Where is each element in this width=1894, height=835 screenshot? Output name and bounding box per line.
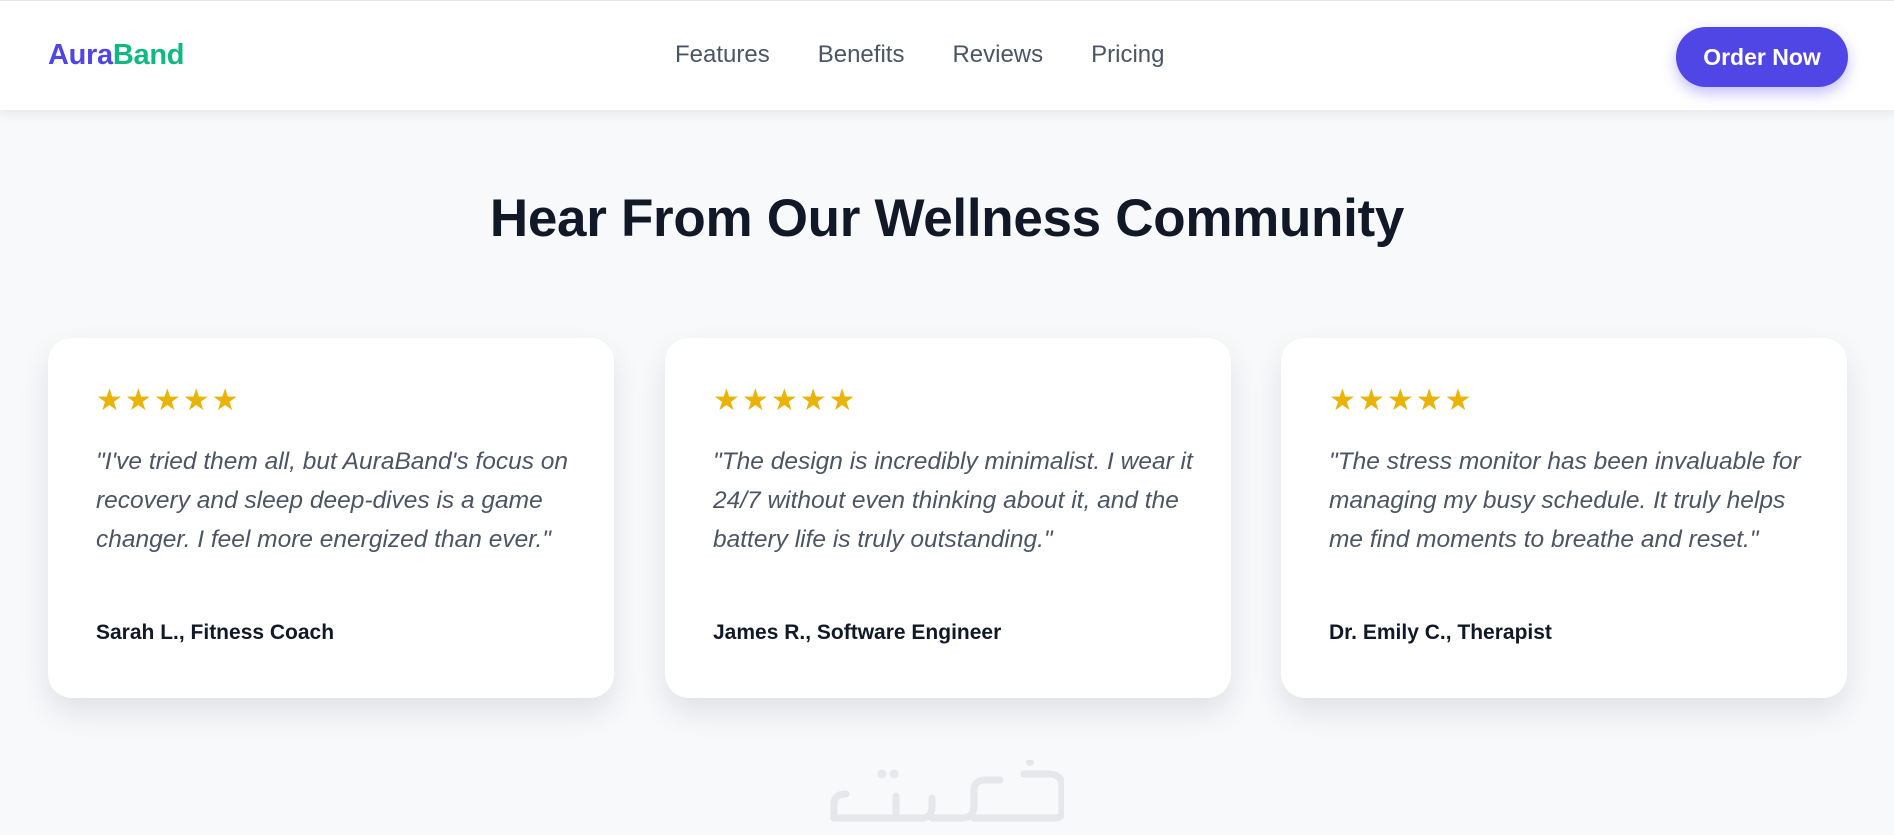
star-rating: ★ ★ ★ ★ ★ [96, 386, 241, 416]
logo-text-aura: Aura [48, 39, 113, 71]
order-now-button[interactable]: Order Now [1676, 27, 1848, 87]
star-rating: ★ ★ ★ ★ ★ [1329, 386, 1474, 416]
star-icon: ★ [1444, 383, 1472, 418]
logo-text-band: Band [112, 39, 185, 71]
star-icon: ★ [1415, 383, 1443, 418]
section-title: Hear From Our Wellness Community [489, 189, 1405, 248]
testimonial-author: Sarah L., Fitness Coach [96, 621, 335, 644]
star-icon: ★ [741, 383, 769, 418]
nav-link-reviews[interactable]: Reviews [952, 41, 1043, 69]
star-icon: ★ [153, 383, 181, 418]
top-navbar: AuraBand Features Benefits Reviews Prici… [0, 0, 1894, 110]
testimonial-quote: "The design is incredibly minimalist. I … [713, 448, 1193, 553]
testimonial-quote: "The stress monitor has been invaluable … [1329, 448, 1801, 553]
main-nav: Features Benefits Reviews Pricing [675, 41, 1165, 69]
star-rating: ★ ★ ★ ★ ★ [713, 386, 858, 416]
star-icon: ★ [1329, 383, 1356, 418]
testimonial-author: James R., Software Engineer [713, 621, 1002, 644]
testimonial-card: ★ ★ ★ ★ ★ "I've tried them all, but AuraBand… [48, 338, 614, 698]
star-icon: ★ [828, 383, 856, 418]
star-icon: ★ [1386, 383, 1414, 418]
nav-link-features[interactable]: Features [675, 41, 770, 69]
star-icon: ★ [211, 383, 239, 418]
nav-link-benefits[interactable]: Benefits [818, 41, 905, 69]
testimonial-card: ★ ★ ★ ★ ★ "The design is incredibly minimali… [665, 338, 1231, 698]
star-icon: ★ [96, 383, 123, 418]
site-logo[interactable]: AuraBand [48, 39, 184, 72]
testimonial-quote: "I've tried them all, but AuraBand's foc… [96, 448, 569, 553]
star-icon: ★ [182, 383, 210, 418]
star-icon: ★ [1357, 383, 1385, 418]
star-icon: ★ [713, 383, 740, 418]
star-icon: ★ [799, 383, 827, 418]
nav-link-pricing[interactable]: Pricing [1091, 41, 1164, 69]
star-icon: ★ [770, 383, 798, 418]
watermark-logo [830, 760, 1064, 822]
testimonial-author: Dr. Emily C., Therapist [1329, 621, 1552, 644]
testimonial-card: ★ ★ ★ ★ ★ "The stress monitor has been inval… [1281, 338, 1847, 698]
star-icon: ★ [124, 383, 152, 418]
